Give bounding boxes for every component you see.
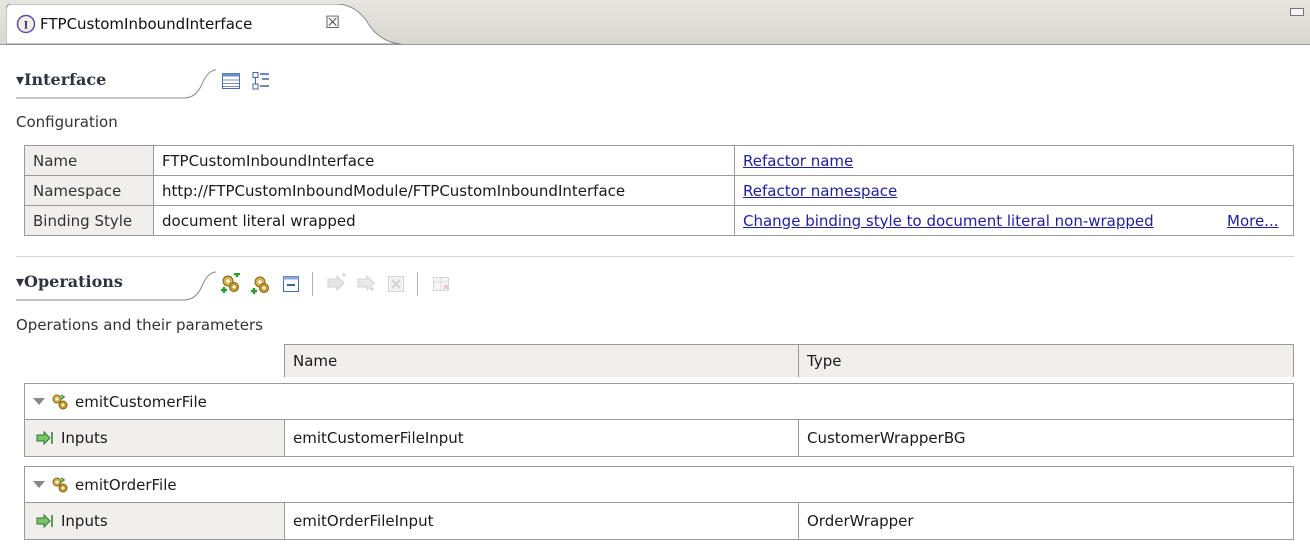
- operation-block: emitOrderFile Inputs emitOrderFileInput …: [24, 466, 1294, 540]
- operation-row[interactable]: emitCustomerFile: [25, 384, 1293, 420]
- input-icon: [36, 430, 53, 446]
- column-header-type[interactable]: Type: [799, 345, 1293, 377]
- input-icon: [36, 513, 53, 529]
- interface-section-title[interactable]: ▾Interface: [16, 70, 106, 89]
- refactor-namespace-link[interactable]: Refactor namespace: [743, 182, 897, 200]
- parameter-type[interactable]: OrderWrapper: [799, 503, 1293, 539]
- interface-toolbar: [220, 70, 280, 92]
- config-value[interactable]: http://FTPCustomInboundModule/FTPCustomI…: [153, 175, 735, 206]
- parameter-name[interactable]: emitOrderFileInput: [285, 503, 799, 539]
- add-one-way-operation-icon[interactable]: [250, 273, 272, 295]
- config-extra: [1219, 145, 1294, 176]
- operation-icon: [52, 476, 68, 492]
- tab-title: FTPCustomInboundInterface: [40, 15, 253, 33]
- config-label: Namespace: [24, 175, 154, 206]
- operations-toolbar: [220, 272, 460, 296]
- editor-tab-strip: I FTPCustomInboundInterface ☒: [0, 0, 1310, 45]
- operations-section-header[interactable]: ▾Operations: [16, 266, 616, 301]
- collapse-all-icon[interactable]: [280, 273, 302, 295]
- section-divider: [16, 256, 1294, 257]
- operation-name[interactable]: emitCustomerFile: [75, 393, 207, 411]
- operations-table-header: Name Type: [284, 344, 1294, 377]
- close-icon[interactable]: ☒: [325, 13, 340, 33]
- collapse-arrow-icon[interactable]: [33, 398, 45, 405]
- parameter-kind-cell: Inputs: [25, 420, 285, 456]
- svg-text:I: I: [24, 18, 29, 32]
- parameter-kind-cell: Inputs: [25, 503, 285, 539]
- operations-subtitle: Operations and their parameters: [16, 316, 263, 334]
- configuration-table: Name FTPCustomInboundInterface Refactor …: [24, 145, 1294, 236]
- operation-block: emitCustomerFile Inputs emitCustomerFile…: [24, 383, 1294, 457]
- config-extra: [1219, 175, 1294, 206]
- config-row-binding-style: Binding Style document literal wrapped C…: [24, 205, 1294, 236]
- add-fault-icon[interactable]: [430, 273, 452, 295]
- tree-view-icon[interactable]: [250, 70, 272, 92]
- config-row-namespace: Namespace http://FTPCustomInboundModule/…: [24, 175, 1294, 206]
- more-link[interactable]: More...: [1227, 212, 1279, 230]
- config-label: Binding Style: [24, 205, 154, 236]
- column-header-name[interactable]: Name: [285, 345, 799, 377]
- toolbar-separator: [312, 272, 313, 296]
- add-input-icon[interactable]: [325, 273, 347, 295]
- config-row-name: Name FTPCustomInboundInterface Refactor …: [24, 145, 1294, 176]
- configuration-subtitle: Configuration: [16, 113, 118, 131]
- parameter-kind: Inputs: [61, 512, 108, 530]
- interface-section-header[interactable]: ▾Interface: [16, 64, 316, 99]
- parameter-name[interactable]: emitCustomerFileInput: [285, 420, 799, 456]
- minimize-icon[interactable]: [1290, 8, 1304, 16]
- table-view-icon[interactable]: [220, 70, 242, 92]
- parameter-type[interactable]: CustomerWrapperBG: [799, 420, 1293, 456]
- delete-icon[interactable]: [385, 273, 407, 295]
- operations-section-title[interactable]: ▾Operations: [16, 272, 123, 291]
- add-output-icon[interactable]: [355, 273, 377, 295]
- change-binding-style-link[interactable]: Change binding style to document literal…: [743, 212, 1154, 230]
- config-value[interactable]: document literal wrapped: [153, 205, 735, 236]
- operation-icon: [52, 393, 68, 409]
- config-label: Name: [24, 145, 154, 176]
- parameter-row: Inputs emitCustomerFileInput CustomerWra…: [25, 420, 1293, 456]
- refactor-name-link[interactable]: Refactor name: [743, 152, 853, 170]
- add-request-response-operation-icon[interactable]: [220, 273, 242, 295]
- config-value[interactable]: FTPCustomInboundInterface: [153, 145, 735, 176]
- toolbar-separator: [417, 272, 418, 296]
- operation-row[interactable]: emitOrderFile: [25, 467, 1293, 503]
- collapse-arrow-icon[interactable]: [33, 481, 45, 488]
- editor-tab[interactable]: I FTPCustomInboundInterface ☒: [6, 4, 401, 45]
- parameter-row: Inputs emitOrderFileInput OrderWrapper: [25, 503, 1293, 539]
- operation-name[interactable]: emitOrderFile: [75, 476, 177, 494]
- parameter-kind: Inputs: [61, 429, 108, 447]
- interface-icon: I: [16, 14, 36, 34]
